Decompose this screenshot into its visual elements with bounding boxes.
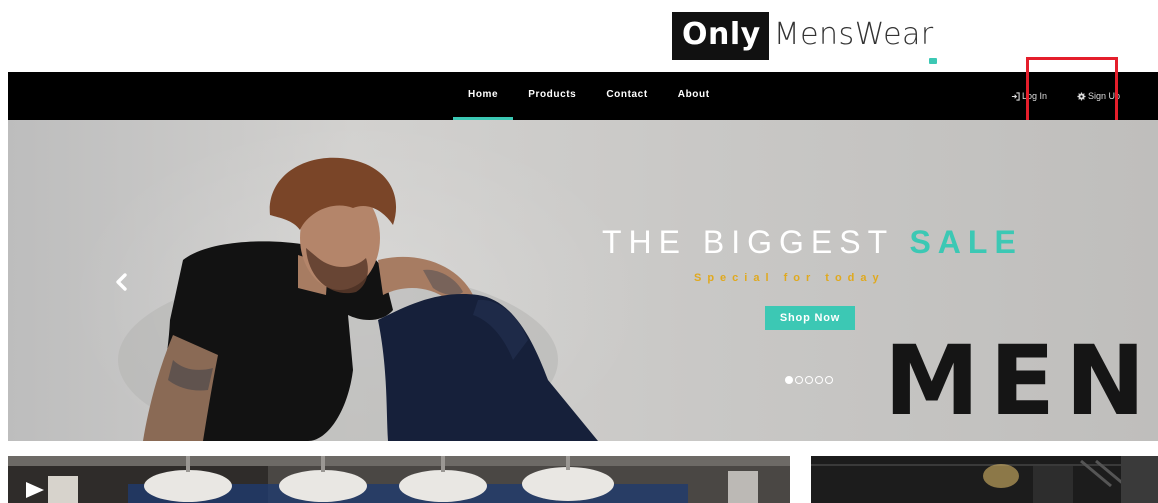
nav-link-home[interactable]: Home (453, 72, 514, 120)
shop-now-button[interactable]: Shop Now (765, 306, 855, 330)
hero-slider: THE BIGGEST SALE Special for today Shop … (8, 120, 1158, 441)
slider-dot[interactable] (785, 376, 793, 384)
nav-link-products[interactable]: Products (513, 72, 591, 120)
site-logo[interactable]: Only MensWear (672, 12, 937, 64)
slider-dot[interactable] (815, 376, 823, 384)
slider-dot[interactable] (805, 376, 813, 384)
main-navbar: Home Products Contact About Log In Sign … (8, 72, 1158, 120)
workshop-image (811, 456, 1158, 503)
logo-accent-mark (929, 58, 937, 64)
interior-image (8, 456, 790, 503)
hero-title: THE BIGGEST SALE (602, 224, 1023, 261)
hero-subtitle: Special for today (694, 272, 885, 284)
slider-dot[interactable] (795, 376, 803, 384)
sign-in-icon (1011, 91, 1020, 101)
logo-menswear-text: MensWear (773, 17, 934, 52)
nav-links: Home Products Contact About (453, 72, 725, 120)
logo-only-text: Only (672, 12, 769, 60)
chevron-left-icon[interactable] (112, 270, 132, 294)
nav-link-about[interactable]: About (663, 72, 725, 120)
hero-title-accent: SALE (909, 224, 1023, 260)
hero-title-main: THE BIGGEST (602, 224, 910, 260)
slider-dot[interactable] (825, 376, 833, 384)
promo-image-right[interactable] (811, 456, 1158, 503)
promo-image-left[interactable] (8, 456, 790, 503)
hero-big-text: MEN’ (884, 325, 1158, 437)
slider-dots (785, 376, 833, 384)
nav-link-contact[interactable]: Contact (591, 72, 662, 120)
